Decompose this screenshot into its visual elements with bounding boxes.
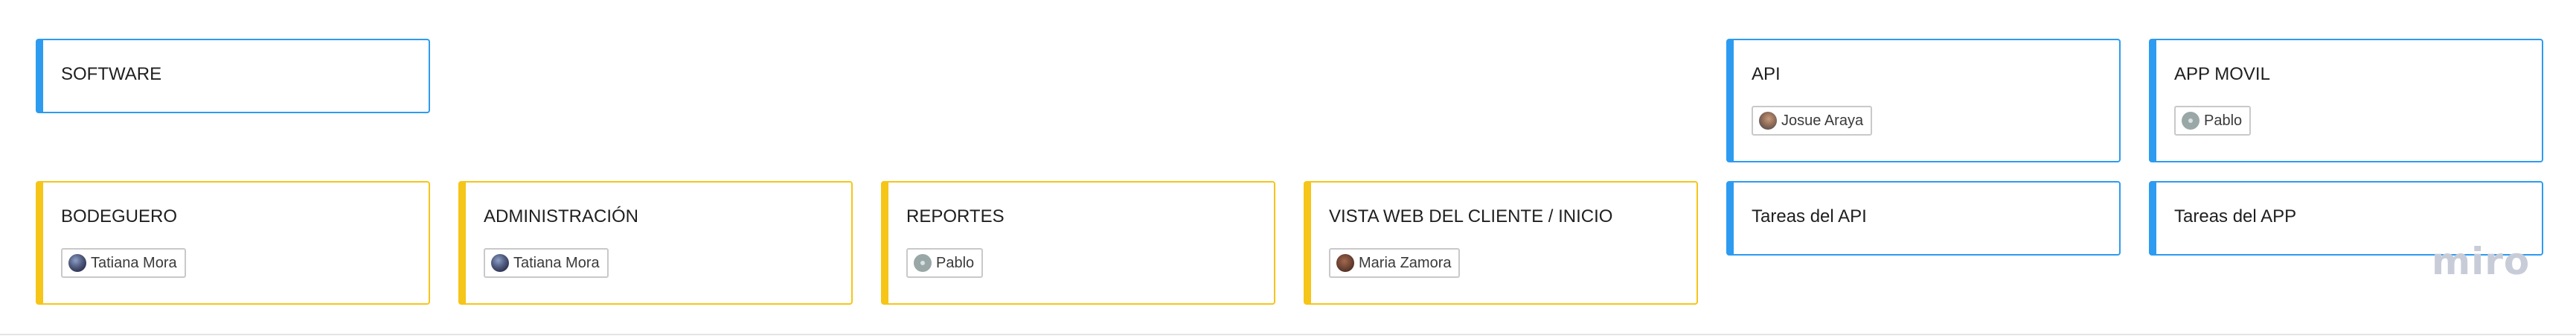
card-api[interactable]: API Josue Araya bbox=[1726, 39, 2121, 162]
assignee-name: Tatiana Mora bbox=[513, 254, 600, 271]
user-avatar-icon bbox=[68, 254, 86, 272]
card-app-movil[interactable]: APP MOVIL Pablo bbox=[2149, 39, 2543, 162]
assignee-tag[interactable]: Pablo bbox=[906, 248, 984, 278]
miro-logo: miro bbox=[2432, 240, 2531, 283]
assignee-tag[interactable]: Maria Zamora bbox=[1329, 248, 1461, 278]
card-title: API bbox=[1752, 64, 1781, 84]
bottom-divider bbox=[0, 334, 2576, 335]
card-vista-web-cliente[interactable]: VISTA WEB DEL CLIENTE / INICIO Maria Zam… bbox=[1304, 181, 1698, 305]
assignee-name: Pablo bbox=[936, 254, 975, 271]
card-title: APP MOVIL bbox=[2174, 64, 2270, 84]
assignee-name: Maria Zamora bbox=[1359, 254, 1452, 271]
user-avatar-icon bbox=[491, 254, 509, 272]
card-title: VISTA WEB DEL CLIENTE / INICIO bbox=[1329, 206, 1613, 226]
card-administracion[interactable]: ADMINISTRACIÓN Tatiana Mora bbox=[458, 181, 853, 305]
card-bodeguero[interactable]: BODEGUERO Tatiana Mora bbox=[36, 181, 430, 305]
card-title: BODEGUERO bbox=[61, 206, 178, 226]
assignee-name: Josue Araya bbox=[1781, 112, 1864, 129]
miro-board: SOFTWARE API Josue Araya APP MOVIL Pablo… bbox=[0, 0, 2576, 336]
card-software[interactable]: SOFTWARE bbox=[36, 39, 430, 113]
card-title: ADMINISTRACIÓN bbox=[484, 206, 639, 226]
card-title: SOFTWARE bbox=[61, 64, 162, 84]
assignee-name: Tatiana Mora bbox=[91, 254, 177, 271]
user-avatar-icon bbox=[1759, 112, 1777, 130]
user-avatar-icon bbox=[2182, 112, 2199, 130]
card-reportes[interactable]: REPORTES Pablo bbox=[881, 181, 1275, 305]
user-avatar-icon bbox=[1336, 254, 1354, 272]
card-title: Tareas del APP bbox=[2174, 206, 2297, 226]
card-title: REPORTES bbox=[906, 206, 1005, 226]
assignee-tag[interactable]: Pablo bbox=[2174, 106, 2252, 136]
user-avatar-icon bbox=[914, 254, 932, 272]
card-tareas-api[interactable]: Tareas del API bbox=[1726, 181, 2121, 256]
assignee-tag[interactable]: Josue Araya bbox=[1752, 106, 1873, 136]
assignee-tag[interactable]: Tatiana Mora bbox=[61, 248, 186, 278]
card-title: Tareas del API bbox=[1752, 206, 1867, 226]
assignee-tag[interactable]: Tatiana Mora bbox=[484, 248, 609, 278]
assignee-name: Pablo bbox=[2204, 112, 2243, 129]
